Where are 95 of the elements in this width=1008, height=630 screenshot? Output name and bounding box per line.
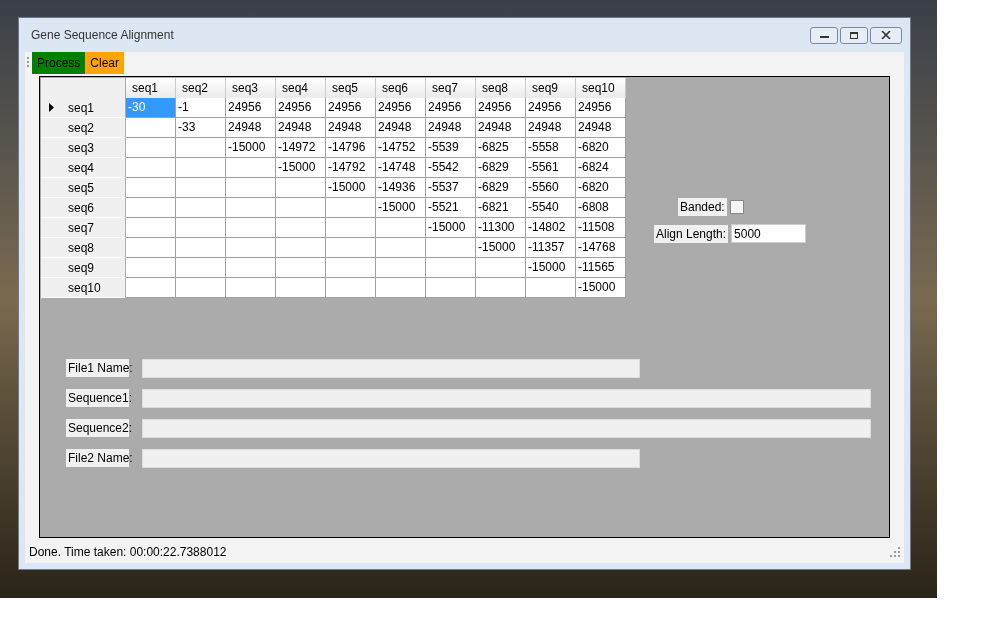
table-cell[interactable]: 24956 bbox=[476, 98, 526, 118]
table-cell[interactable]: 24956 bbox=[576, 98, 626, 118]
table-cell[interactable]: -5560 bbox=[526, 178, 576, 198]
table-cell[interactable]: -11300 bbox=[476, 218, 526, 238]
table-cell[interactable]: -11508 bbox=[576, 218, 626, 238]
table-cell[interactable]: -14936 bbox=[376, 178, 426, 198]
table-cell[interactable]: -15000 bbox=[426, 218, 476, 238]
table-cell[interactable]: -14796 bbox=[326, 138, 376, 158]
table-cell[interactable]: -14752 bbox=[376, 138, 426, 158]
column-header[interactable]: seq10 bbox=[576, 78, 626, 98]
table-cell[interactable]: 24956 bbox=[226, 98, 276, 118]
column-header[interactable]: seq3 bbox=[226, 78, 276, 98]
toolbar-grip-icon bbox=[27, 56, 30, 70]
table-cell[interactable]: 24948 bbox=[426, 118, 476, 138]
table-cell[interactable]: -15000 bbox=[476, 238, 526, 258]
column-header[interactable]: seq6 bbox=[376, 78, 426, 98]
table-cell[interactable]: 24956 bbox=[526, 98, 576, 118]
table-cell[interactable]: -14748 bbox=[376, 158, 426, 178]
table-cell[interactable]: -5561 bbox=[526, 158, 576, 178]
table-cell[interactable]: -6820 bbox=[576, 178, 626, 198]
table-cell[interactable]: -5537 bbox=[426, 178, 476, 198]
text-field[interactable] bbox=[142, 418, 871, 438]
column-header[interactable]: seq4 bbox=[276, 78, 326, 98]
table-cell[interactable]: -15000 bbox=[376, 198, 426, 218]
table-cell[interactable]: -5558 bbox=[526, 138, 576, 158]
row-header[interactable]: seq10 bbox=[41, 278, 126, 298]
text-field[interactable] bbox=[142, 388, 871, 408]
row-header[interactable]: seq6 bbox=[41, 198, 126, 218]
table-cell[interactable]: 24948 bbox=[576, 118, 626, 138]
row-header[interactable]: seq2 bbox=[41, 118, 126, 138]
table-cell[interactable]: -11565 bbox=[576, 258, 626, 278]
table-cell[interactable]: 24956 bbox=[376, 98, 426, 118]
table-cell[interactable]: 24948 bbox=[326, 118, 376, 138]
table-cell[interactable]: -14792 bbox=[326, 158, 376, 178]
resize-grip-icon bbox=[890, 547, 900, 557]
toolbar-button[interactable]: Clear bbox=[85, 52, 125, 74]
table-cell[interactable]: -5542 bbox=[426, 158, 476, 178]
banded-label: Banded: bbox=[678, 198, 727, 216]
table-cell[interactable]: -5539 bbox=[426, 138, 476, 158]
table-cell[interactable]: -5540 bbox=[526, 198, 576, 218]
row-header[interactable]: seq5 bbox=[41, 178, 126, 198]
table-cell[interactable]: -6808 bbox=[576, 198, 626, 218]
table-cell[interactable]: -6824 bbox=[576, 158, 626, 178]
close-icon bbox=[881, 31, 891, 39]
row-header[interactable]: seq3 bbox=[41, 138, 126, 158]
table-cell[interactable]: -6821 bbox=[476, 198, 526, 218]
align-length-input[interactable]: 5000 bbox=[731, 224, 807, 243]
row-header[interactable]: seq9 bbox=[41, 258, 126, 278]
table-cell[interactable]: 24948 bbox=[276, 118, 326, 138]
table-cell[interactable]: -33 bbox=[176, 118, 226, 138]
column-header[interactable]: seq5 bbox=[326, 78, 376, 98]
table-cell[interactable]: -11357 bbox=[526, 238, 576, 258]
table-cell[interactable]: -14802 bbox=[526, 218, 576, 238]
table-cell[interactable]: -15000 bbox=[276, 158, 326, 178]
window-title: Gene Sequence Alignment bbox=[31, 27, 174, 44]
column-header[interactable]: seq9 bbox=[526, 78, 576, 98]
toolbar-button[interactable]: Process bbox=[32, 52, 86, 74]
table-cell[interactable]: -15000 bbox=[226, 138, 276, 158]
row-header[interactable]: seq7 bbox=[41, 218, 126, 238]
table-cell[interactable]: 24948 bbox=[376, 118, 426, 138]
close-button[interactable] bbox=[870, 26, 902, 44]
row-header[interactable]: seq4 bbox=[41, 158, 126, 178]
table-cell[interactable]: -1 bbox=[176, 98, 226, 118]
column-header[interactable]: seq1 bbox=[126, 78, 176, 98]
column-header[interactable]: seq7 bbox=[426, 78, 476, 98]
table-cell[interactable]: -6825 bbox=[476, 138, 526, 158]
table-cell[interactable]: -6829 bbox=[476, 158, 526, 178]
status-text: Done. Time taken: 00:00:22.7388012 bbox=[29, 544, 227, 561]
column-header[interactable]: seq2 bbox=[176, 78, 226, 98]
table-cell[interactable]: -15000 bbox=[576, 278, 626, 298]
table-cell[interactable]: 24956 bbox=[276, 98, 326, 118]
table-cell[interactable]: -15000 bbox=[526, 258, 576, 278]
table-cell[interactable]: -6829 bbox=[476, 178, 526, 198]
field-label: Sequence2: bbox=[66, 419, 129, 437]
text-field[interactable] bbox=[142, 448, 640, 468]
table-cell[interactable]: 24956 bbox=[326, 98, 376, 118]
table-cell[interactable]: 24956 bbox=[426, 98, 476, 118]
text-field[interactable] bbox=[142, 358, 640, 378]
minimize-button[interactable] bbox=[810, 26, 838, 44]
row-header[interactable]: seq8 bbox=[41, 238, 126, 258]
table-cell[interactable]: 24948 bbox=[476, 118, 526, 138]
table-cell[interactable]: -5521 bbox=[426, 198, 476, 218]
current-row-icon bbox=[48, 103, 54, 112]
table-cell[interactable]: -14972 bbox=[276, 138, 326, 158]
table-cell[interactable]: -6820 bbox=[576, 138, 626, 158]
table-cell[interactable]: 24948 bbox=[526, 118, 576, 138]
column-header[interactable]: seq8 bbox=[476, 78, 526, 98]
field-label: Sequence1: bbox=[66, 389, 129, 407]
table-cell[interactable]: -15000 bbox=[326, 178, 376, 198]
banded-checkbox[interactable] bbox=[729, 200, 744, 214]
table-cell[interactable]: 24948 bbox=[226, 118, 276, 138]
restore-button[interactable] bbox=[840, 26, 868, 44]
align-length-label: Align Length: bbox=[654, 224, 729, 243]
row-header[interactable]: seq1 bbox=[41, 98, 126, 118]
table-cell[interactable]: -14768 bbox=[576, 238, 626, 258]
